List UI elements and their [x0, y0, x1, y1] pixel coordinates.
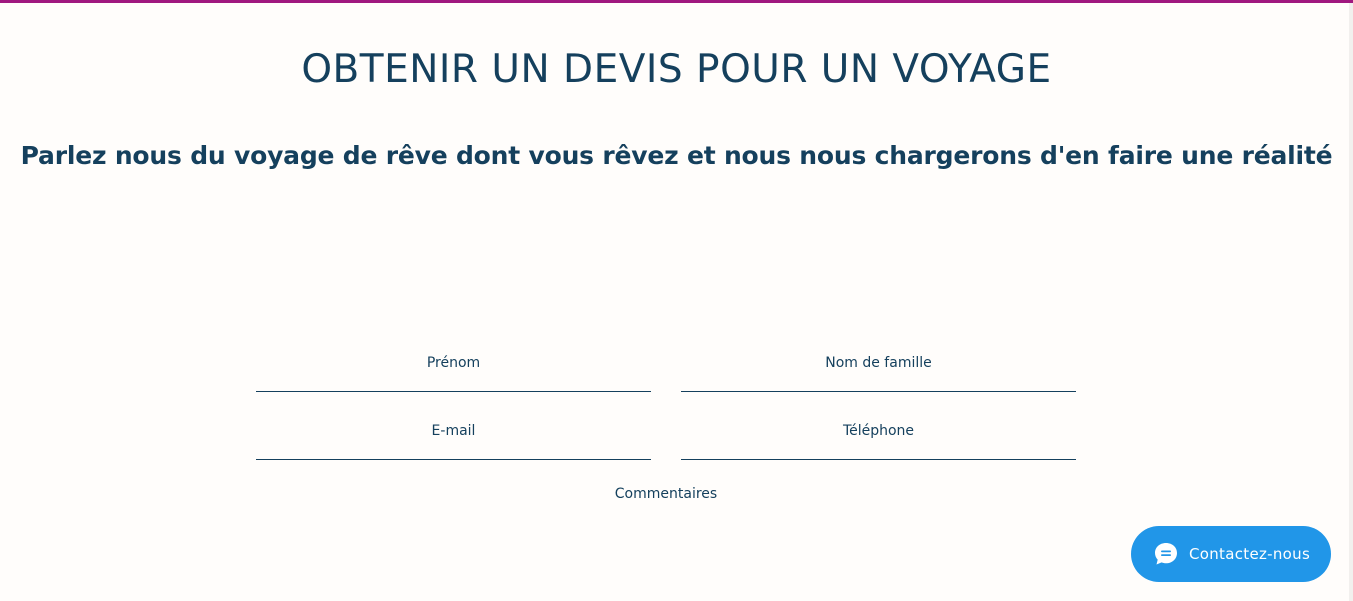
email-field[interactable]: [256, 412, 651, 460]
page-title: OBTENIR UN DEVIS POUR UN VOYAGE: [301, 47, 1052, 92]
page-subtitle: Parlez nous du voyage de rêve dont vous …: [20, 141, 1333, 170]
email-input[interactable]: [256, 412, 651, 459]
first-name-field[interactable]: [256, 344, 651, 392]
first-name-input[interactable]: [256, 344, 651, 391]
comments-field[interactable]: [256, 478, 1076, 578]
phone-field[interactable]: [681, 412, 1076, 460]
chat-button-label: Contactez-nous: [1189, 545, 1311, 563]
last-name-input[interactable]: [681, 344, 1076, 391]
last-name-field[interactable]: [681, 344, 1076, 392]
top-accent-bar: [0, 0, 1353, 3]
phone-input[interactable]: [681, 412, 1076, 459]
scrollbar[interactable]: [1349, 3, 1353, 601]
contact-chat-button[interactable]: Contactez-nous: [1131, 526, 1331, 582]
chat-bubble-icon: [1153, 541, 1179, 567]
comments-textarea[interactable]: [256, 478, 1076, 578]
page: OBTENIR UN DEVIS POUR UN VOYAGE Parlez n…: [0, 0, 1353, 601]
